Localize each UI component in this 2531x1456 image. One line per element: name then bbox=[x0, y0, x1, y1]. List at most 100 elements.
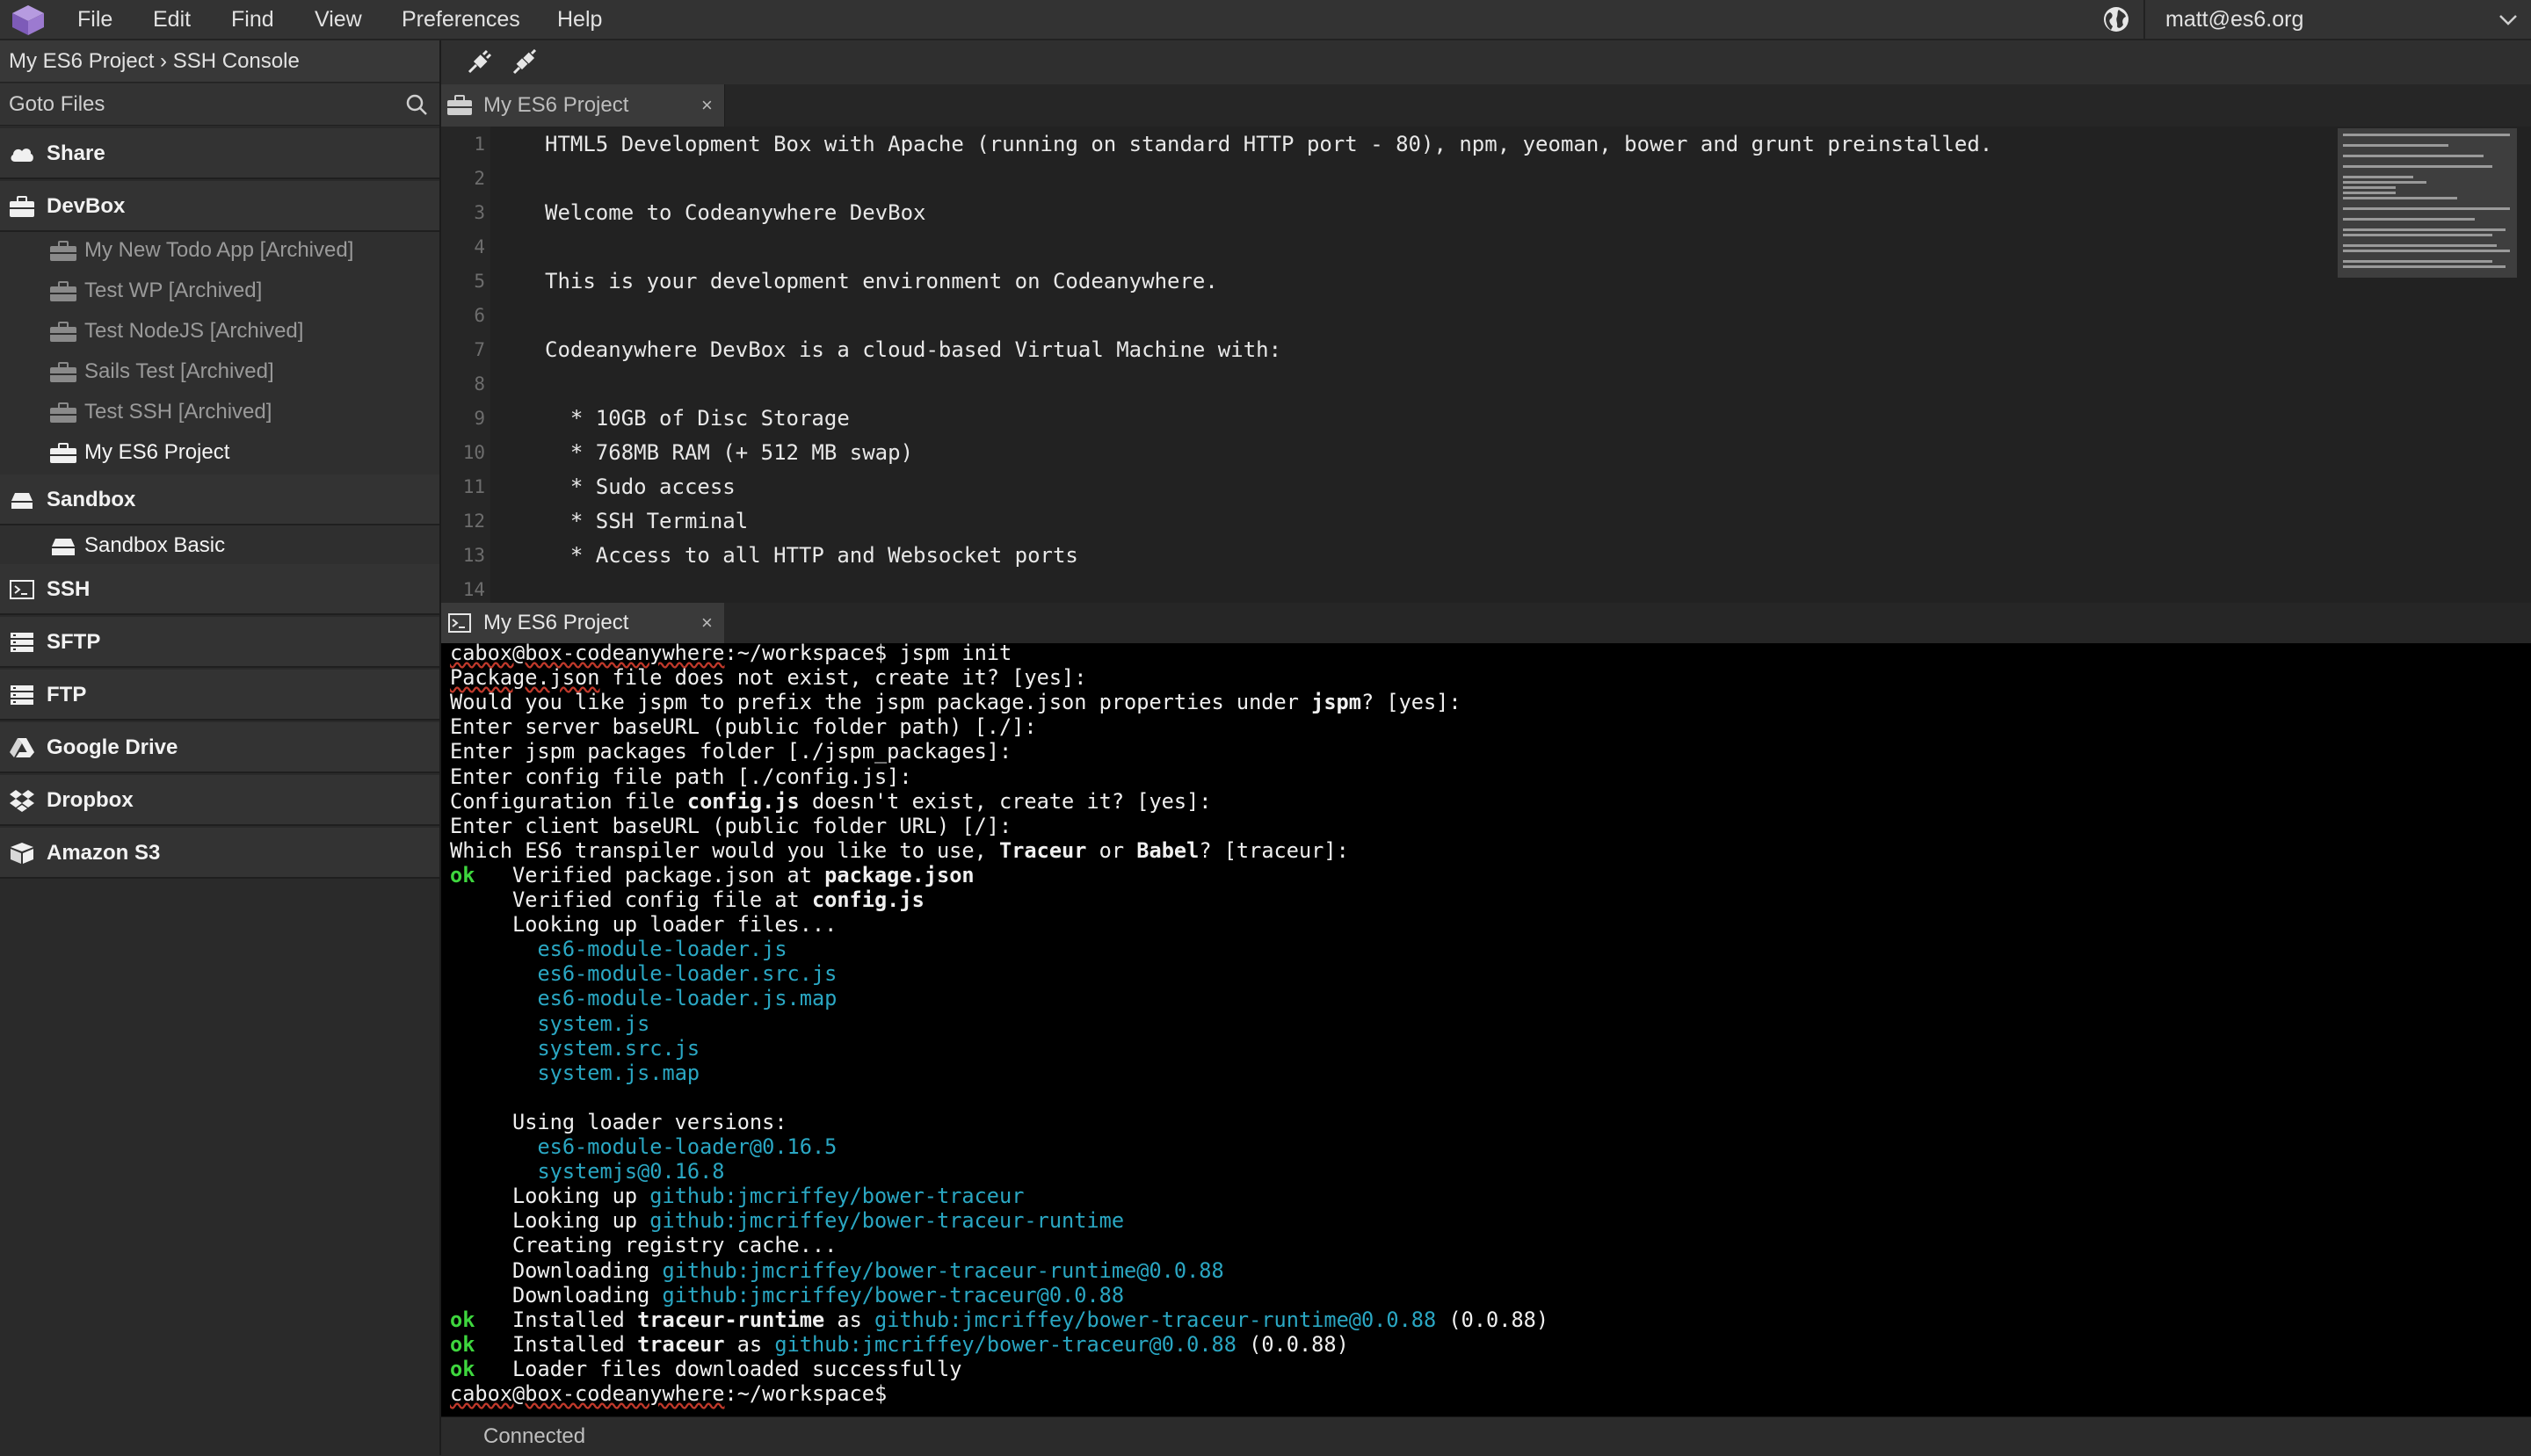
line-number: 5 bbox=[474, 271, 485, 292]
terminal-line: Enter config file path [./config.js]: bbox=[450, 764, 912, 789]
minimap-line bbox=[2343, 144, 2448, 147]
sidebar-item-label: Amazon S3 bbox=[47, 841, 161, 865]
terminal-text: Installed bbox=[475, 1331, 638, 1357]
breadcrumb: My ES6 Project › SSH Console bbox=[0, 40, 439, 83]
terminal-text: Creating registry cache... bbox=[450, 1233, 838, 1258]
cube-icon bbox=[11, 843, 33, 864]
sandbox-icon bbox=[52, 539, 75, 555]
menu-edit[interactable]: Edit bbox=[146, 0, 198, 39]
search-icon[interactable] bbox=[404, 92, 429, 117]
terminal-text: github:jmcriffey/bower-traceur bbox=[649, 1184, 1025, 1209]
terminal-line: Configuration file config.js doesn't exi… bbox=[450, 789, 1212, 814]
menu-preferences[interactable]: Preferences bbox=[395, 0, 527, 39]
goto-files[interactable]: Goto Files bbox=[0, 83, 439, 126]
briefcase-icon bbox=[50, 402, 76, 423]
terminal-text: es6-module-loader.js.map bbox=[537, 986, 838, 1011]
line-number: 2 bbox=[474, 168, 485, 189]
menu-file[interactable]: File bbox=[70, 0, 120, 39]
terminal-tab[interactable]: My ES6 Project × bbox=[441, 603, 724, 643]
sidebar-item-dropbox[interactable]: Dropbox bbox=[0, 775, 439, 826]
terminal-line: Looking up github:jmcriffey/bower-traceu… bbox=[450, 1208, 1124, 1233]
terminal-line: Downloading github:jmcriffey/bower-trace… bbox=[450, 1258, 1224, 1283]
terminal-line: ok Installed traceur-runtime as github:j… bbox=[450, 1308, 1548, 1332]
sidebar-item-label: DevBox bbox=[47, 194, 126, 218]
terminal-text: jspm bbox=[1311, 690, 1361, 715]
terminal-tabbar: My ES6 Project × bbox=[441, 603, 2531, 643]
sidebar-item-ftp[interactable]: FTP bbox=[0, 670, 439, 721]
sidebar-item-ssh[interactable]: SSH bbox=[0, 564, 439, 615]
codeanywhere-logo-icon[interactable] bbox=[9, 4, 47, 37]
plug-disconnect-icon[interactable] bbox=[466, 49, 492, 76]
sidebar-item-label: SSH bbox=[47, 577, 91, 601]
terminal-line: system.js.map bbox=[450, 1061, 700, 1085]
sidebar: My ES6 Project › SSH Console Goto Files … bbox=[0, 40, 441, 1455]
sidebar-item-label: Google Drive bbox=[47, 735, 178, 759]
account-email[interactable]: matt@es6.org bbox=[2165, 0, 2303, 39]
google-drive-icon bbox=[10, 738, 34, 757]
terminal-text: as bbox=[724, 1331, 775, 1357]
sandbox-item[interactable]: Sandbox Basic bbox=[0, 525, 439, 566]
plug-connect-icon[interactable] bbox=[511, 49, 538, 76]
terminal-text: Verified package.json at bbox=[475, 862, 825, 887]
terminal-text: doesn't exist, create it? [yes]: bbox=[799, 788, 1212, 814]
code-editor[interactable]: 1 HTML5 Development Box with Apache (runn… bbox=[441, 127, 2531, 603]
connection-status: Connected bbox=[483, 1424, 586, 1448]
minimap-line bbox=[2343, 244, 2497, 247]
terminal-line: Enter server baseURL (public folder path… bbox=[450, 714, 1037, 739]
menu-find[interactable]: Find bbox=[224, 0, 281, 39]
terminal-text: system.src.js bbox=[537, 1035, 700, 1061]
sidebar-item-label: Sandbox bbox=[47, 488, 136, 511]
editor-tab[interactable]: My ES6 Project × bbox=[441, 84, 725, 127]
sidebar-item-sandbox[interactable]: Sandbox bbox=[0, 474, 439, 525]
devbox-item[interactable]: My New Todo App [Archived] bbox=[0, 230, 439, 271]
terminal-text: cabox@box-codeanywhere bbox=[450, 1381, 725, 1406]
sandbox-item-label: Sandbox Basic bbox=[84, 533, 226, 557]
terminal-text: or bbox=[1086, 837, 1137, 863]
terminal-line: ok Verified package.json at package.json bbox=[450, 863, 975, 887]
menu-help[interactable]: Help bbox=[550, 0, 609, 39]
minimap-line bbox=[2343, 207, 2510, 210]
close-icon[interactable]: × bbox=[701, 84, 713, 127]
sidebar-item-devbox[interactable]: DevBox bbox=[0, 181, 439, 232]
terminal-text: Verified config file at bbox=[450, 887, 812, 912]
devbox-item[interactable]: Sails Test [Archived] bbox=[0, 351, 439, 392]
devbox-item[interactable]: Test NodeJS [Archived] bbox=[0, 311, 439, 351]
terminal-text: Configuration file bbox=[450, 788, 687, 814]
minimap[interactable] bbox=[2338, 128, 2517, 278]
terminal-text: Would you like jspm to prefix the jspm p… bbox=[450, 690, 1312, 715]
terminal-text: Using loader versions: bbox=[450, 1109, 787, 1134]
sidebar-item-amazon-s3[interactable]: Amazon S3 bbox=[0, 828, 439, 879]
sandbox-icon bbox=[11, 493, 33, 509]
terminal-text: config.js bbox=[686, 788, 800, 814]
code-line: * Sudo access bbox=[545, 474, 736, 499]
terminal-line: Downloading github:jmcriffey/bower-trace… bbox=[450, 1283, 1124, 1308]
terminal-line: Which ES6 transpiler would you like to u… bbox=[450, 838, 1349, 863]
terminal-text: Downloading bbox=[450, 1282, 663, 1308]
terminal-text: github:jmcriffey/bower-traceur@0.0.88 bbox=[774, 1331, 1236, 1357]
terminal-text: config.js bbox=[811, 887, 925, 912]
terminal-text: Babel bbox=[1136, 837, 1200, 863]
briefcase-icon bbox=[50, 362, 76, 382]
code-line: * 10GB of Disc Storage bbox=[545, 406, 850, 431]
chevron-down-icon[interactable] bbox=[2498, 9, 2519, 30]
terminal-text: Which ES6 transpiler would you like to u… bbox=[450, 837, 1000, 863]
sidebar-item-share[interactable]: Share bbox=[0, 128, 439, 179]
server-icon bbox=[11, 633, 33, 652]
minimap-line bbox=[2343, 218, 2475, 221]
devbox-item[interactable]: Test WP [Archived] bbox=[0, 271, 439, 311]
terminal-text: es6-module-loader@0.16.5 bbox=[537, 1134, 838, 1159]
terminal-text: Looking up bbox=[450, 1184, 650, 1209]
globe-icon[interactable] bbox=[2102, 5, 2130, 33]
menu-view[interactable]: View bbox=[308, 0, 369, 39]
ssh-terminal[interactable]: cabox@box-codeanywhere:~/workspace$ jspm… bbox=[441, 643, 2531, 1416]
close-icon[interactable]: × bbox=[701, 603, 713, 643]
sidebar-item-sftp[interactable]: SFTP bbox=[0, 617, 439, 668]
devbox-item[interactable]: Test SSH [Archived] bbox=[0, 392, 439, 432]
server-icon bbox=[11, 685, 33, 705]
sidebar-item-google-drive[interactable]: Google Drive bbox=[0, 722, 439, 773]
devbox-item-active[interactable]: My ES6 Project bbox=[0, 432, 439, 473]
briefcase-icon bbox=[50, 281, 76, 301]
